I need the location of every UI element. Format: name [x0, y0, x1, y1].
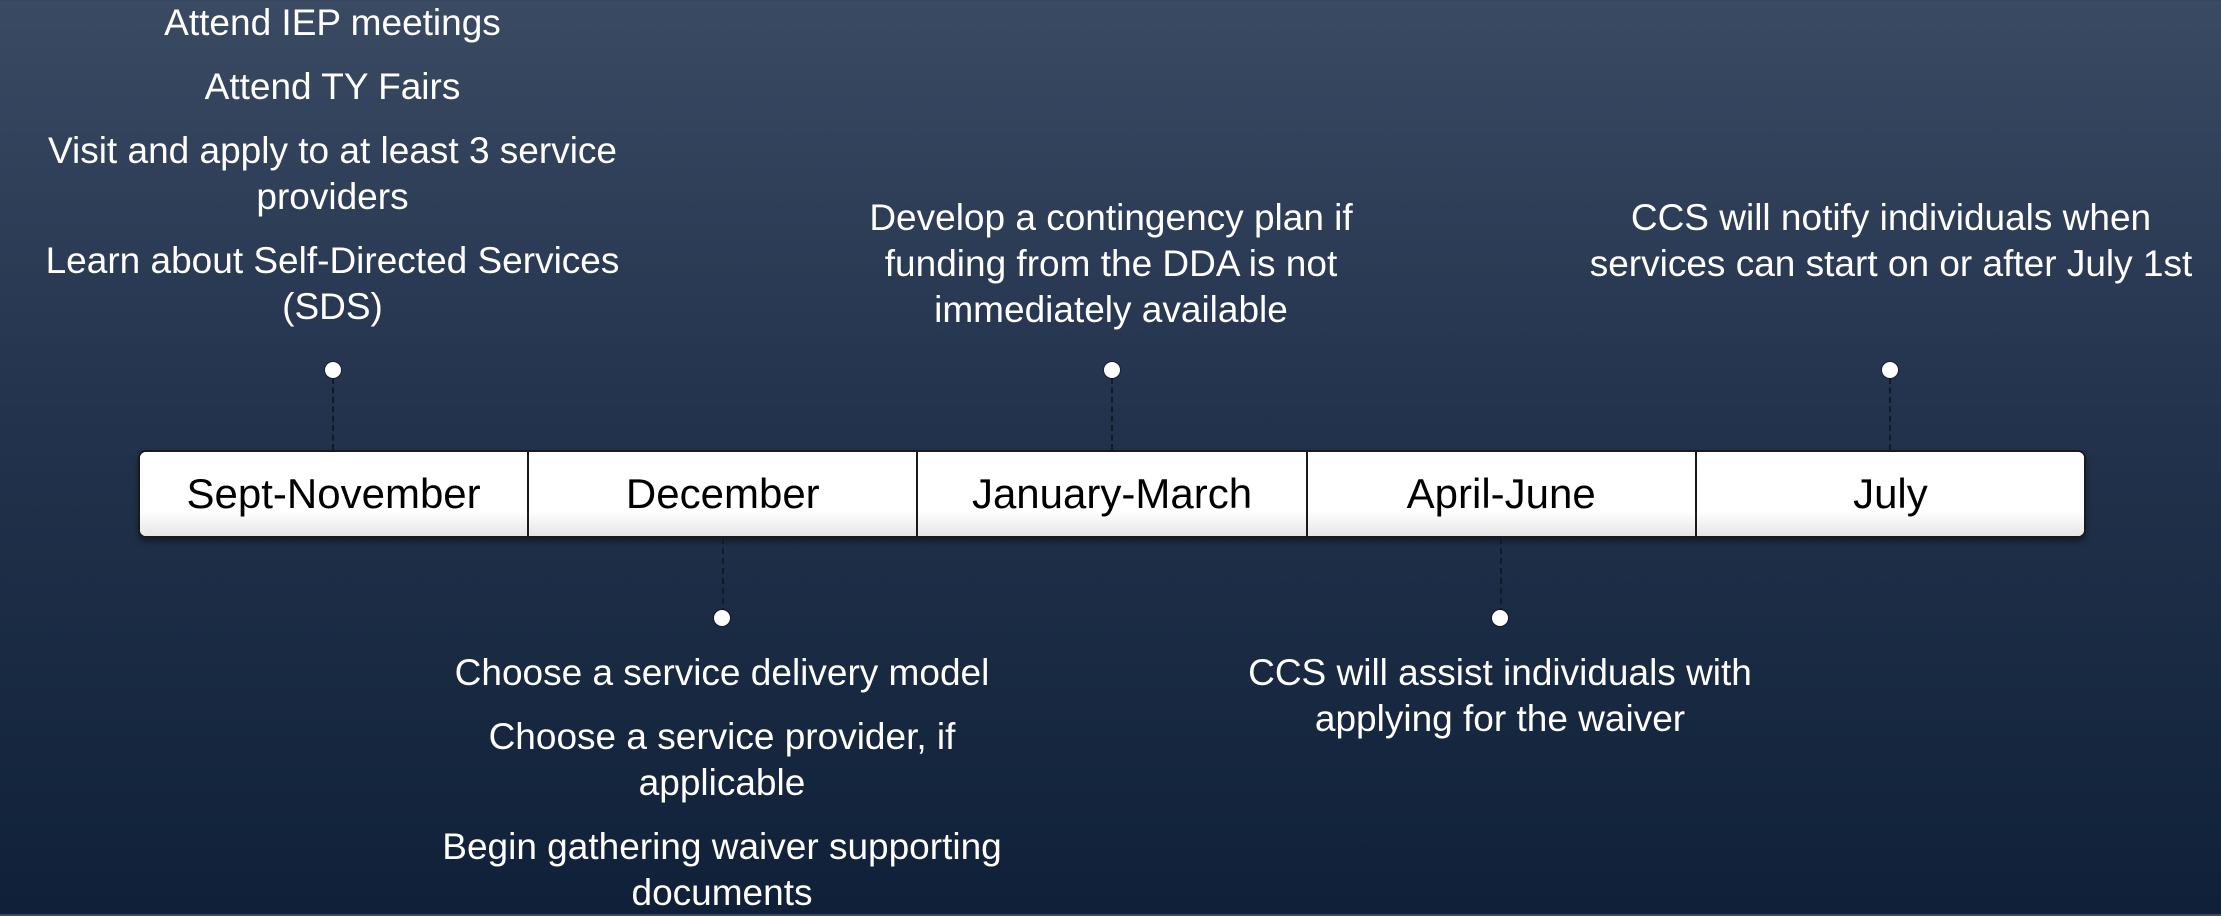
note-item: Choose a service delivery model	[454, 652, 990, 693]
connector-january-march	[1111, 378, 1113, 450]
note-april-june: CCS will assist individuals with applyin…	[1200, 650, 1800, 742]
period-january-march: January-March	[918, 452, 1308, 536]
period-july: July	[1696, 452, 2084, 536]
note-item: CCS will assist individuals with applyin…	[1248, 652, 1752, 739]
period-sept-november: Sept-November	[140, 452, 530, 536]
connector-july	[1889, 378, 1891, 450]
note-item: Develop a contingency plan if funding fr…	[869, 197, 1353, 330]
marker-dot-sept-november	[325, 362, 341, 378]
note-item: Learn about Self-Directed Services (SDS)	[45, 240, 620, 327]
note-item: Attend TY Fairs	[204, 66, 461, 107]
connector-sept-november	[332, 378, 334, 450]
note-sept-november: Attend IEP meetings Attend TY Fairs Visi…	[10, 0, 655, 330]
note-july: CCS will notify individuals when service…	[1583, 195, 2199, 287]
timeline-bar: Sept-November December January-March Apr…	[138, 450, 2086, 538]
marker-dot-april-june	[1492, 610, 1508, 626]
connector-april-june	[1500, 538, 1502, 614]
note-item: Choose a service provider, if applicable	[488, 716, 956, 803]
note-december: Choose a service delivery model Choose a…	[402, 650, 1042, 916]
marker-dot-december	[714, 610, 730, 626]
period-april-june: April-June	[1307, 452, 1697, 536]
note-item: Begin gathering waiver supporting docume…	[442, 826, 1002, 913]
note-item: Attend IEP meetings	[164, 2, 501, 43]
marker-dot-july	[1882, 362, 1898, 378]
marker-dot-january-march	[1104, 362, 1120, 378]
period-december: December	[529, 452, 919, 536]
note-item: Visit and apply to at least 3 service pr…	[47, 130, 618, 217]
note-january-march: Develop a contingency plan if funding fr…	[820, 195, 1402, 333]
connector-december	[722, 538, 724, 614]
note-item: CCS will notify individuals when service…	[1589, 197, 2193, 284]
